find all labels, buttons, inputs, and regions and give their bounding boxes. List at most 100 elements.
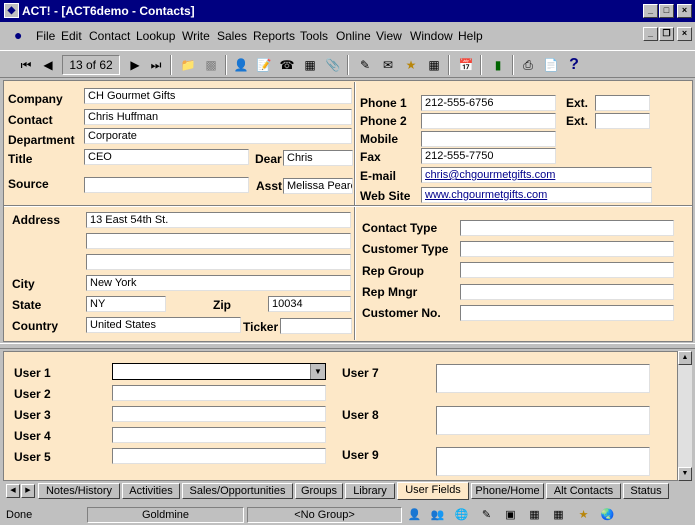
current-group[interactable]: <No Group> [247,507,402,523]
grid-icon[interactable]: ▦ [426,57,442,73]
company-field[interactable]: CH Gourmet Gifts [84,88,352,104]
chevron-down-icon[interactable]: ▼ [310,364,325,379]
vertical-scrollbar[interactable]: ▲ ▼ [678,351,692,481]
asst-field[interactable]: Melissa Pearc [283,178,353,194]
rep-group-field[interactable] [460,262,674,278]
phone-icon[interactable]: ☎ [279,57,295,73]
tab-status[interactable]: Status [623,483,669,499]
previous-record-icon[interactable]: ◀ [40,57,56,73]
user9-field[interactable] [436,447,650,476]
contact-view-icon[interactable]: 👤 [407,508,422,523]
user5-field[interactable] [112,448,326,464]
child-close-icon[interactable]: × [677,27,692,41]
phone1-field[interactable]: 212-555-6756 [421,95,556,111]
tab-alt-contacts[interactable]: Alt Contacts [546,483,621,499]
ticker-field[interactable] [280,318,352,334]
user8-field[interactable] [436,406,650,435]
user4-field[interactable] [112,427,326,443]
sales-icon[interactable]: ★ [576,508,591,523]
rep-mngr-field[interactable] [460,284,674,300]
notes-icon[interactable]: 📝 [256,57,272,73]
calendar-icon[interactable]: 📅 [458,57,474,73]
customer-type-field[interactable] [460,241,674,257]
user1-dropdown[interactable]: ▼ [112,363,326,380]
week-calendar-icon[interactable]: ▦ [527,508,542,523]
menu-write[interactable]: Write [182,29,210,43]
task-list-icon[interactable]: ✎ [479,508,494,523]
email-icon[interactable]: ✉ [380,57,396,73]
menu-online[interactable]: Online [336,29,371,43]
scroll-up-icon[interactable]: ▲ [678,351,692,365]
group-view-icon[interactable]: 👥 [430,508,445,523]
tab-phone-home[interactable]: Phone/Home [471,483,544,499]
tab-user-fields[interactable]: User Fields [397,482,469,500]
child-minimize-icon[interactable]: _ [643,27,658,41]
menu-window[interactable]: Window [410,29,453,43]
user2-field[interactable] [112,385,326,401]
ext2-field[interactable] [595,113,650,129]
address3-field[interactable] [86,254,351,270]
user7-field[interactable] [436,364,650,393]
menu-file[interactable]: File [36,29,55,43]
maximize-icon[interactable]: □ [659,4,674,18]
help-icon[interactable]: ? [566,57,582,73]
first-record-icon[interactable]: ⏮ [18,57,34,73]
email-field[interactable]: chris@chgourmetgifts.com [421,167,652,183]
new-contact-icon[interactable]: 👤 [233,57,249,73]
menu-sales[interactable]: Sales [217,29,247,43]
mobile-field[interactable] [421,131,556,147]
menu-view[interactable]: View [376,29,402,43]
title-field[interactable]: CEO [84,149,249,165]
child-restore-icon[interactable]: ❐ [659,27,674,41]
contact-type-field[interactable] [460,220,674,236]
menu-contact[interactable]: Contact [89,29,130,43]
minimize-icon[interactable]: _ [643,4,658,18]
city-field[interactable]: New York [86,275,351,291]
menu-reports[interactable]: Reports [253,29,295,43]
month-calendar-icon[interactable]: ▦ [551,508,566,523]
write-letter-icon[interactable]: ✎ [357,57,373,73]
report-icon[interactable]: 📄 [543,57,559,73]
close-icon[interactable]: × [677,4,692,18]
save-icon[interactable]: ▩ [203,57,219,73]
website-field[interactable]: www.chgourmetgifts.com [421,187,652,203]
country-field[interactable]: United States [86,317,241,333]
ext1-field[interactable] [595,95,650,111]
tab-library[interactable]: Library [345,483,395,499]
menu-tools[interactable]: Tools [300,29,328,43]
customer-no-field[interactable] [460,305,674,321]
menu-lookup[interactable]: Lookup [136,29,175,43]
menu-edit[interactable]: Edit [61,29,82,43]
internet-icon[interactable]: 🌐 [454,508,469,523]
attach-icon[interactable]: 📎 [325,57,341,73]
dear-field[interactable]: Chris [283,150,353,166]
scroll-down-icon[interactable]: ▼ [678,467,692,481]
print-icon[interactable]: ⎙ [520,57,536,73]
address2-field[interactable] [86,233,351,249]
tab-scroll-left-icon[interactable]: ◀ [6,484,20,498]
address1-field[interactable]: 13 East 54th St. [86,212,351,228]
fax-field[interactable]: 212-555-7750 [421,148,556,164]
open-folder-icon[interactable]: 📁 [180,57,196,73]
highlight-icon[interactable]: ★ [403,57,419,73]
department-field[interactable]: Corporate [84,128,352,144]
tab-scroll-right-icon[interactable]: ▶ [21,484,35,498]
zip-field[interactable]: 10034 [268,296,351,312]
next-record-icon[interactable]: ▶ [127,57,143,73]
tab-activities[interactable]: Activities [122,483,180,499]
state-field[interactable]: NY [86,296,166,312]
source-field[interactable] [84,177,249,193]
day-calendar-icon[interactable]: ▣ [503,508,518,523]
tab-notes-history[interactable]: Notes/History [38,483,120,499]
user3-field[interactable] [112,406,326,422]
world-icon[interactable]: 🌏 [600,508,615,523]
contact-field[interactable]: Chris Huffman [84,109,352,125]
last-record-icon[interactable]: ⏭ [148,57,164,73]
palm-sync-icon[interactable]: ▮ [490,57,506,73]
card-icon[interactable]: ▦ [302,57,318,73]
phone2-field[interactable] [421,113,556,129]
tab-groups[interactable]: Groups [295,483,343,499]
menu-help[interactable]: Help [458,29,483,43]
tab-sales-opportunities[interactable]: Sales/Opportunities [182,483,293,499]
pane-splitter[interactable] [0,343,695,349]
